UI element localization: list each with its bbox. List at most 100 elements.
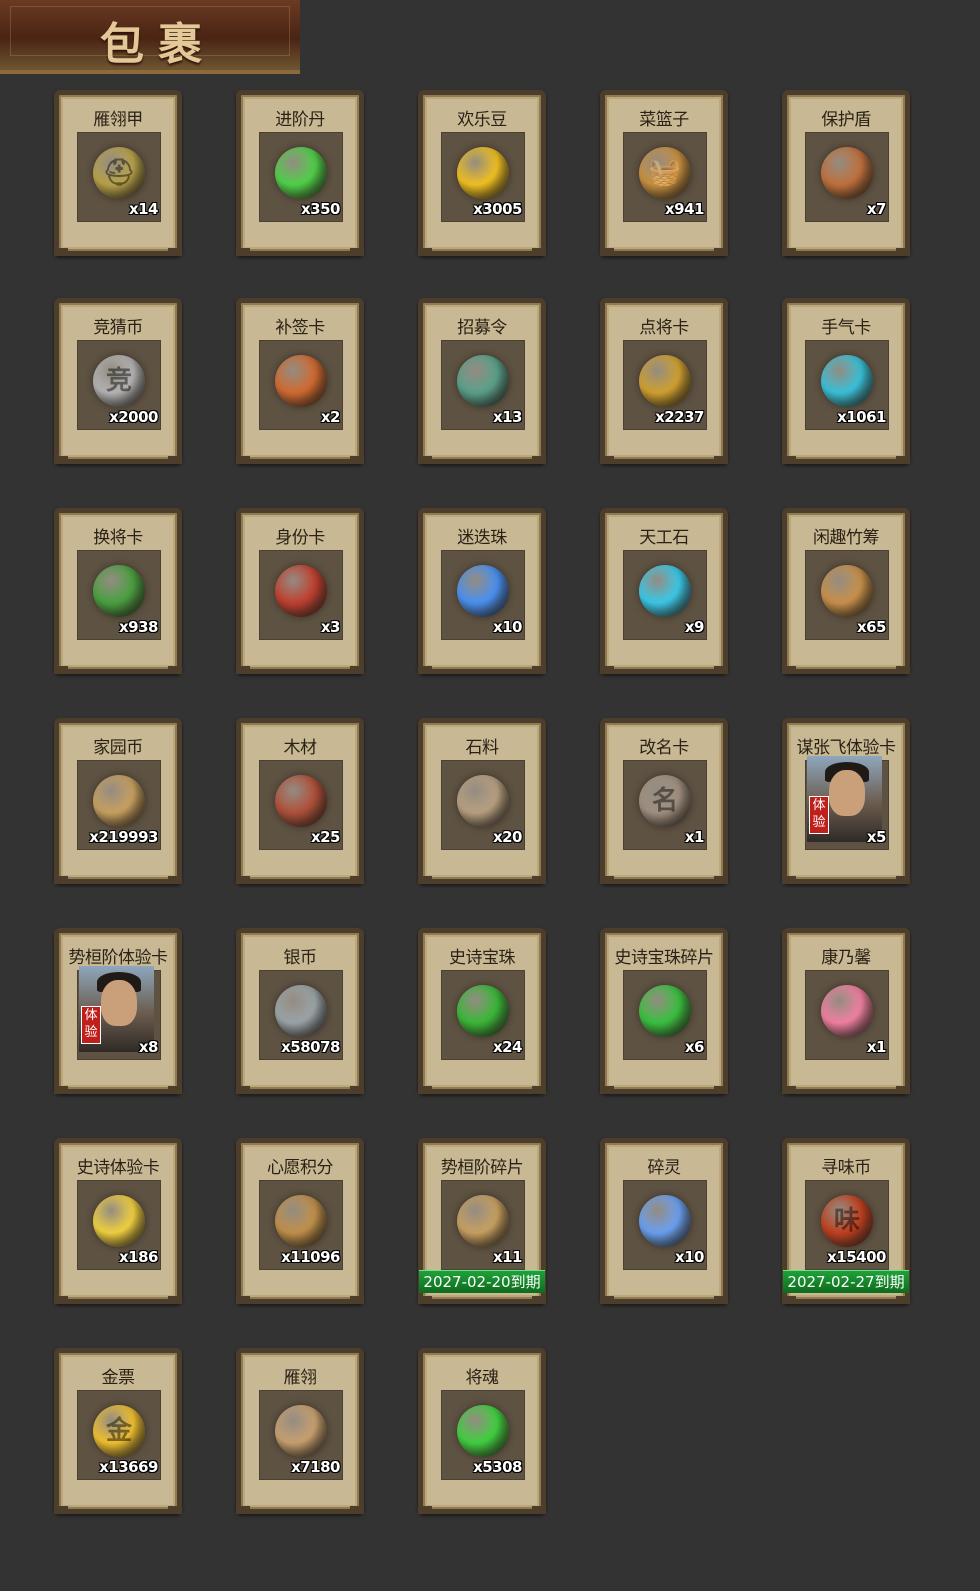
mask-card-icon: [266, 556, 336, 626]
item-icon-shape: [275, 355, 327, 407]
item-icon-frame: x20: [441, 760, 525, 850]
item-icon-frame: x5308: [441, 1390, 525, 1480]
inventory-item-card[interactable]: 木材 x25: [236, 718, 364, 884]
item-icon-shape: [457, 1195, 509, 1247]
item-count: x3005: [473, 200, 522, 218]
inventory-item-card[interactable]: 补签卡 x2: [236, 298, 364, 464]
item-count: x11096: [281, 1248, 340, 1266]
item-name: 招募令: [457, 318, 507, 338]
item-name: 寻味币: [821, 1158, 871, 1178]
inventory-item-card[interactable]: 石料 x20: [418, 718, 546, 884]
home-coin-icon: [84, 766, 154, 836]
item-icon-frame: x6: [623, 970, 707, 1060]
item-count: x2237: [655, 408, 704, 426]
item-icon-frame: x11: [441, 1180, 525, 1270]
inventory-item-card[interactable]: 史诗宝珠碎片 x6: [600, 928, 728, 1094]
basket-icon: 🧺: [630, 138, 700, 208]
item-count: x219993: [89, 828, 158, 846]
inventory-item-card[interactable]: 碎灵 x10: [600, 1138, 728, 1304]
item-icon-frame: x186: [77, 1180, 161, 1270]
item-icon-frame: x7180: [259, 1390, 343, 1480]
crystal-icon: [630, 556, 700, 626]
item-count: x1: [684, 828, 705, 846]
header-title-bar: 包裹: [0, 0, 300, 74]
item-name: 雁翎: [283, 1368, 318, 1388]
inventory-item-card[interactable]: 雁翎甲 ⛑ x14: [54, 90, 182, 256]
item-icon-frame: x65: [805, 550, 889, 640]
inventory-item-card[interactable]: 天工石 x9: [600, 508, 728, 674]
stone-icon: [448, 766, 518, 836]
item-count: x5308: [473, 1458, 522, 1476]
inventory-item-card[interactable]: 菜篮子 🧺 x941: [600, 90, 728, 256]
inventory-item-card[interactable]: 势桓阶体验卡 体验 x8: [54, 928, 182, 1094]
item-count: x13669: [99, 1458, 158, 1476]
inventory-grid: 雁翎甲 ⛑ x14 进阶丹 x350 欢乐豆 x3005 菜篮子 🧺 x941 保护盾 x7 竞猜币竞 x…: [54, 90, 934, 1540]
item-icon-shape: [639, 985, 691, 1037]
item-icon-frame: x7: [805, 132, 889, 222]
item-icon-shape: [93, 565, 145, 617]
inventory-item-card[interactable]: 康乃馨 x1: [782, 928, 910, 1094]
item-name: 势桓阶碎片: [440, 1158, 524, 1178]
item-count: x7: [866, 200, 887, 218]
inventory-item-card[interactable]: 家园币 x219993: [54, 718, 182, 884]
inventory-item-card[interactable]: 欢乐豆 x3005: [418, 90, 546, 256]
item-icon-shape: [821, 985, 873, 1037]
item-icon-shape: [93, 1195, 145, 1247]
inventory-item-card[interactable]: 点将卡 x2237: [600, 298, 728, 464]
item-name: 保护盾: [821, 110, 871, 130]
inventory-item-card[interactable]: 金票金 x13669: [54, 1348, 182, 1514]
inventory-item-card[interactable]: 寻味币味 x15400 2027-02-27到期: [782, 1138, 910, 1304]
inventory-item-card[interactable]: 身份卡 x3: [236, 508, 364, 674]
item-count: x3: [320, 618, 341, 636]
item-name: 迷迭珠: [457, 528, 507, 548]
heart-coin-icon: [266, 1186, 336, 1256]
inventory-item-card[interactable]: 将魂 x5308: [418, 1348, 546, 1514]
item-icon-frame: x25: [259, 760, 343, 850]
gold-beans-icon: [448, 138, 518, 208]
trial-badge: 体验: [81, 1006, 101, 1044]
inventory-item-card[interactable]: 雁翎 x7180: [236, 1348, 364, 1514]
item-icon-frame: ⛑ x14: [77, 132, 161, 222]
item-icon-shape: [457, 775, 509, 827]
inventory-item-card[interactable]: 保护盾 x7: [782, 90, 910, 256]
inventory-item-card[interactable]: 手气卡 x1061: [782, 298, 910, 464]
item-name: 康乃馨: [821, 948, 871, 968]
item-name: 将魂: [465, 1368, 500, 1388]
item-count: x938: [119, 618, 159, 636]
item-name: 史诗体验卡: [76, 1158, 160, 1178]
inventory-item-card[interactable]: 改名卡名 x1: [600, 718, 728, 884]
inventory-item-card[interactable]: 势桓阶碎片 x11 2027-02-20到期: [418, 1138, 546, 1304]
item-icon-frame: x1061: [805, 340, 889, 430]
item-icon-shape: [457, 985, 509, 1037]
inventory-item-card[interactable]: 谋张飞体验卡 体验 x5: [782, 718, 910, 884]
inventory-item-card[interactable]: 银币 x58078: [236, 928, 364, 1094]
item-count: x1061: [837, 408, 886, 426]
portrait-zhangfei-icon: 体验: [807, 756, 882, 842]
inventory-item-card[interactable]: 换将卡 x938: [54, 508, 182, 674]
inventory-item-card[interactable]: 史诗体验卡 x186: [54, 1138, 182, 1304]
item-icon-frame: x3: [259, 550, 343, 640]
shield-icon: [812, 138, 882, 208]
item-count: x8: [138, 1038, 159, 1056]
item-count: x186: [119, 1248, 159, 1266]
item-icon-shape: [457, 147, 509, 199]
inventory-item-card[interactable]: 心愿积分 x11096: [236, 1138, 364, 1304]
swap-card-icon: [84, 556, 154, 626]
item-count: x58078: [281, 1038, 340, 1056]
item-count: x10: [674, 1248, 705, 1266]
item-name: 家园币: [93, 738, 143, 758]
item-icon-frame: 竞 x2000: [77, 340, 161, 430]
inventory-item-card[interactable]: 竞猜币竞 x2000: [54, 298, 182, 464]
item-icon-frame: 金 x13669: [77, 1390, 161, 1480]
page-title: 包裹: [100, 19, 216, 70]
inventory-item-card[interactable]: 招募令 x13: [418, 298, 546, 464]
item-icon-shape: 竞: [93, 355, 145, 407]
item-icon-frame: x350: [259, 132, 343, 222]
inventory-item-card[interactable]: 迷迭珠 x10: [418, 508, 546, 674]
inventory-item-card[interactable]: 进阶丹 x350: [236, 90, 364, 256]
inventory-item-card[interactable]: 闲趣竹筹 x65: [782, 508, 910, 674]
gold-card-icon: [84, 1186, 154, 1256]
inventory-item-card[interactable]: 史诗宝珠 x24: [418, 928, 546, 1094]
item-name: 金票: [101, 1368, 136, 1388]
item-name: 竞猜币: [93, 318, 143, 338]
